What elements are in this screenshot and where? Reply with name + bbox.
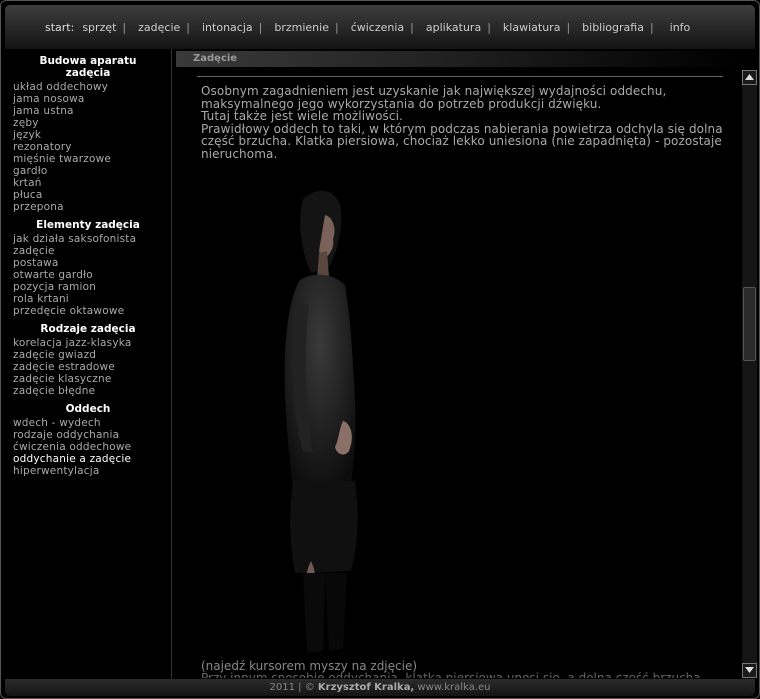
scroll-thumb[interactable] — [743, 287, 756, 361]
main-header-bar: Zadęcie — [176, 51, 742, 67]
nav-separator: | — [258, 20, 263, 34]
sidebar-link[interactable]: jak działa saksofonista — [5, 233, 171, 245]
nav-items: sprzęt | zadęcie | intonacja | brzmienie | ćwicz… — [82, 21, 665, 34]
sidebar-section-title: Oddech — [65, 403, 111, 415]
sidebar-link[interactable]: oddychanie a zadęcie — [5, 453, 171, 465]
sidebar-link[interactable]: rola krtani — [5, 293, 171, 305]
woman-profile-photo[interactable] — [259, 181, 389, 661]
content-paragraph: Prawidłowy oddech to taki, w którym podc… — [201, 121, 723, 161]
sidebar-section-title: Rodzaje zadęcia — [40, 323, 136, 335]
nav-separator: | — [649, 20, 654, 34]
sidebar-link[interactable]: gardło — [5, 165, 171, 177]
sidebar-link[interactable]: otwarte gardło — [5, 269, 171, 281]
sidebar-link[interactable]: płuca — [5, 189, 171, 201]
sidebar-link[interactable]: przepona — [5, 201, 171, 213]
nav-separator: | — [566, 20, 571, 34]
nav-item-info[interactable]: info — [670, 21, 691, 34]
sidebar-link[interactable]: korelacja jazz-klasyka — [5, 337, 171, 349]
sidebar-link[interactable]: krtań — [5, 177, 171, 189]
nav-separator: | — [487, 20, 491, 34]
footer-site-link[interactable]: www.kralka.eu — [417, 682, 490, 693]
nav-start-label: start: — [45, 20, 75, 34]
content-scrollbar[interactable] — [742, 70, 757, 678]
main-divider — [197, 76, 723, 77]
nav-separator: | — [186, 20, 190, 34]
footer-author: Krzysztof Kralka, — [317, 682, 415, 693]
sidebar-link[interactable]: pozycja ramion — [5, 281, 171, 293]
sidebar-link[interactable]: rezonatory — [5, 141, 171, 153]
sidebar-link[interactable]: zadęcie estradowe — [5, 361, 171, 373]
content-paragraph: Tutaj także jest wiele możliwości. — [201, 109, 403, 123]
cut-off-text: Przy innym sposobie oddychania, klatka p… — [201, 672, 721, 678]
sidebar-link[interactable]: zadęcie błędne — [5, 385, 171, 397]
sidebar-link[interactable]: hiperwentylacja — [5, 465, 171, 477]
sidebar-link[interactable]: język — [5, 129, 171, 141]
sidebar: Budowa aparatu zadęcia układ oddechowy jam… — [5, 49, 172, 679]
sidebar-link[interactable]: mięśnie twarzowe — [5, 153, 171, 165]
scroll-down-button[interactable] — [742, 663, 757, 678]
nav-separator: | — [122, 20, 127, 34]
footer: 2011 | © Krzysztof Kralka, www.kralka.eu — [5, 679, 755, 696]
arrow-up-icon — [745, 74, 754, 80]
nav-separator: | — [334, 20, 339, 34]
nav-item-0[interactable]: sprzęt — [82, 21, 116, 34]
nav-item-2[interactable]: intonacja — [202, 21, 253, 34]
sidebar-link[interactable]: jama ustna — [5, 105, 171, 117]
sidebar-link[interactable]: ćwiczenia oddechowe — [5, 441, 171, 453]
sidebar-link[interactable]: rodzaje oddychania — [5, 429, 171, 441]
scroll-up-button[interactable] — [742, 70, 757, 85]
sidebar-link[interactable]: zęby — [5, 117, 171, 129]
footer-year: 2011 | © — [269, 682, 315, 693]
nav-item-6[interactable]: klawiatura — [503, 21, 561, 34]
photo-hint: (najedź kursorem myszy na zdjęcie) — [201, 659, 418, 673]
top-navigation: start: sprzęt | zadęcie | intonacja | brzmieni… — [5, 5, 755, 49]
sidebar-link[interactable]: jama nosowa — [5, 93, 171, 105]
sidebar-link[interactable]: wdech - wydech — [5, 417, 171, 429]
main-heading: Zadęcie — [193, 53, 238, 64]
nav-separator: | — [410, 20, 414, 34]
content-paragraph: Osobnym zagadnieniem jest uzyskanie jak … — [201, 84, 667, 111]
arrow-down-icon — [745, 667, 754, 673]
scroll-track[interactable] — [742, 85, 757, 663]
sidebar-link[interactable]: postawa — [5, 257, 171, 269]
sidebar-link[interactable]: układ oddechowy — [5, 81, 171, 93]
sidebar-link[interactable]: przedęcie oktawowe — [5, 305, 171, 317]
sidebar-link[interactable]: zadęcie — [5, 245, 171, 257]
page-frame: start: sprzęt | zadęcie | intonacja | brzmieni… — [0, 0, 760, 699]
nav-item-7[interactable]: bibliografia — [582, 21, 644, 34]
nav-item-4[interactable]: ćwiczenia — [351, 21, 404, 34]
nav-item-3[interactable]: brzmienie — [274, 21, 329, 34]
sidebar-link[interactable]: zadęcie klasyczne — [5, 373, 171, 385]
nav-item-5[interactable]: aplikatura — [426, 21, 481, 34]
sidebar-link[interactable]: zadęcie gwiazd — [5, 349, 171, 361]
main-content: Osobnym zagadnieniem jest uzyskanie jak … — [201, 85, 731, 160]
sidebar-section-title: Budowa aparatu zadęcia — [39, 55, 137, 79]
sidebar-section-title: Elementy zadęcia — [36, 219, 140, 231]
nav-item-1[interactable]: zadęcie — [138, 21, 180, 34]
